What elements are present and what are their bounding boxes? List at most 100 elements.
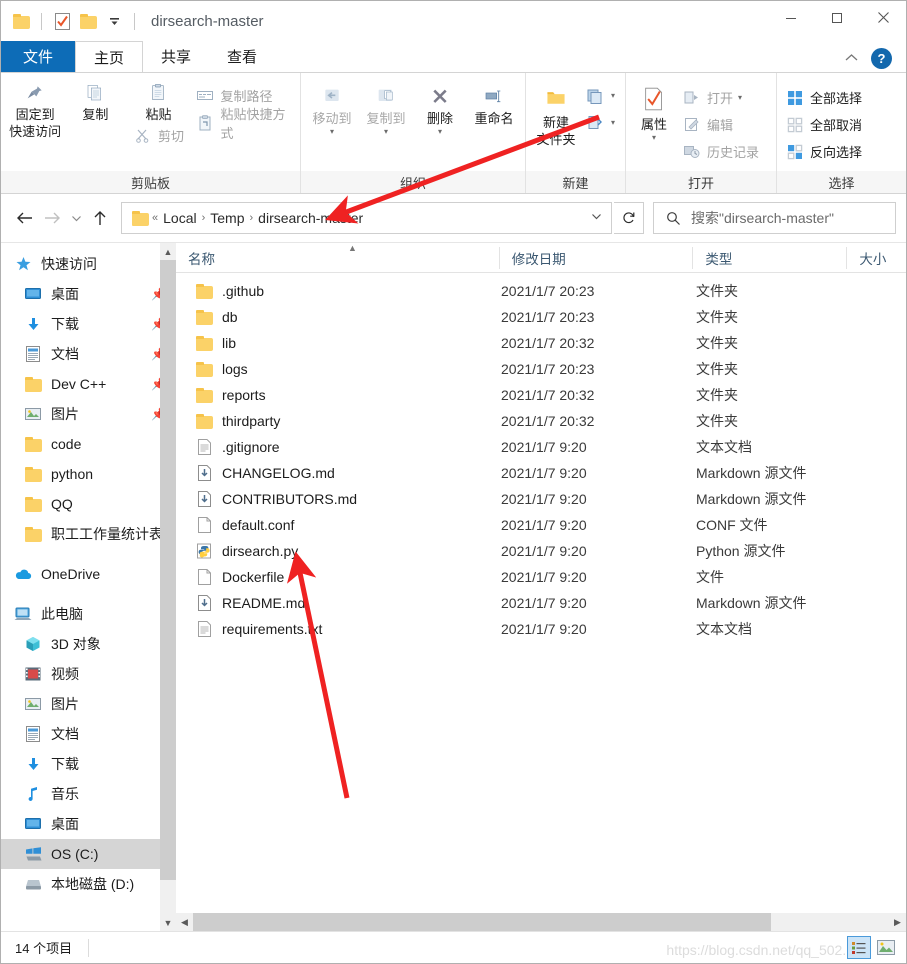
table-row[interactable]: Dockerfile 2021/1/7 9:20 文件 (176, 564, 906, 590)
sidebar-item-this-pc[interactable]: 此电脑 (1, 599, 176, 629)
scroll-right-arrow-icon[interactable]: ▶ (889, 913, 906, 931)
sidebar-item-desktop-pc[interactable]: 桌面 (1, 809, 176, 839)
file-name-cell[interactable]: .gitignore (176, 437, 501, 457)
scroll-left-arrow-icon[interactable]: ◀ (176, 913, 193, 931)
table-row[interactable]: .github 2021/1/7 20:23 文件夹 (176, 278, 906, 304)
sidebar-item-videos[interactable]: 视频 (1, 659, 176, 689)
table-row[interactable]: CHANGELOG.md 2021/1/7 9:20 Markdown 源文件 (176, 460, 906, 486)
scrollbar-track[interactable] (193, 913, 889, 931)
copy-to-button[interactable]: 复制到 ▾ (359, 83, 413, 136)
file-name-cell[interactable]: db (176, 307, 501, 327)
properties-button[interactable]: 属性 ▾ (630, 81, 678, 142)
table-row[interactable]: CONTRIBUTORS.md 2021/1/7 9:20 Markdown 源… (176, 486, 906, 512)
table-row[interactable]: dirsearch.py 2021/1/7 9:20 Python 源文件 (176, 538, 906, 564)
breadcrumb-local[interactable]: Local (160, 210, 199, 226)
sidebar-item-pictures-pc[interactable]: 图片 (1, 689, 176, 719)
minimize-button[interactable] (768, 1, 814, 34)
copy-button[interactable]: 复制 (65, 79, 125, 123)
file-name-cell[interactable]: thirdparty (176, 411, 501, 431)
close-button[interactable] (860, 1, 906, 34)
folder-icon[interactable] (11, 11, 31, 31)
cut-button[interactable]: 剪切 (129, 123, 188, 148)
file-name-cell[interactable]: lib (176, 333, 501, 353)
table-row[interactable]: requirements.txt 2021/1/7 9:20 文本文档 (176, 616, 906, 642)
new-folder-button[interactable]: 新建 文件夹 (530, 81, 582, 148)
select-none-button[interactable]: 全部取消 (781, 112, 866, 137)
chevron-down-icon[interactable]: ▾ (738, 93, 742, 102)
address-field[interactable]: « Local › Temp › dirsearch-master (121, 202, 612, 234)
sidebar-item-3d-objects[interactable]: 3D 对象 (1, 629, 176, 659)
file-name-cell[interactable]: CHANGELOG.md (176, 463, 501, 483)
easy-access-button[interactable]: ▾ (582, 110, 619, 135)
rename-button[interactable]: 重命名 (467, 83, 521, 127)
recent-locations-button[interactable] (67, 204, 85, 232)
column-header-name[interactable]: 名称 (176, 247, 499, 269)
chevron-down-icon[interactable]: ▾ (330, 127, 334, 136)
column-header-size[interactable]: 大小 (846, 246, 906, 269)
horizontal-scrollbar[interactable]: ◀ ▶ (176, 913, 906, 931)
sidebar-item-quick-access[interactable]: 快速访问 (1, 249, 176, 279)
sidebar-item-code[interactable]: code (1, 429, 176, 459)
table-row[interactable]: db 2021/1/7 20:23 文件夹 (176, 304, 906, 330)
sidebar-item-onedrive[interactable]: OneDrive (1, 559, 176, 589)
properties-check-icon[interactable] (52, 11, 72, 31)
sidebar-item-downloads-pc[interactable]: 下载 (1, 749, 176, 779)
table-row[interactable]: default.conf 2021/1/7 9:20 CONF 文件 (176, 512, 906, 538)
file-name-cell[interactable]: reports (176, 385, 501, 405)
sidebar-scrollbar[interactable]: ▲ ▼ (160, 243, 176, 931)
invert-selection-button[interactable]: 反向选择 (781, 139, 866, 164)
tab-file[interactable]: 文件 (1, 41, 76, 72)
scroll-down-arrow-icon[interactable]: ▼ (160, 914, 176, 931)
details-view-icon[interactable] (847, 936, 871, 959)
table-row[interactable]: .gitignore 2021/1/7 9:20 文本文档 (176, 434, 906, 460)
tab-share[interactable]: 共享 (143, 41, 210, 72)
column-header-type[interactable]: 类型 (692, 246, 846, 269)
breadcrumb-temp[interactable]: Temp (207, 210, 247, 226)
delete-button[interactable]: 删除 ▾ (413, 83, 467, 136)
scroll-up-arrow-icon[interactable]: ▲ (160, 243, 176, 260)
address-dropdown-icon[interactable] (585, 212, 607, 224)
search-field[interactable]: 搜索"dirsearch-master" (653, 202, 896, 234)
table-row[interactable]: thirdparty 2021/1/7 20:32 文件夹 (176, 408, 906, 434)
scrollbar-thumb[interactable] (193, 913, 771, 931)
select-all-button[interactable]: 全部选择 (781, 85, 866, 110)
chevron-down-icon[interactable]: ▾ (611, 118, 615, 127)
file-name-cell[interactable]: README.md (176, 593, 501, 613)
file-name-cell[interactable]: .github (176, 281, 501, 301)
sidebar-item-desktop[interactable]: 桌面 📌 (1, 279, 176, 309)
open-button[interactable]: 打开 ▾ (678, 85, 763, 110)
scrollbar-thumb[interactable] (160, 260, 176, 880)
sidebar-item-worker-stats[interactable]: 职工工作量统计表 (1, 519, 176, 549)
paste-button[interactable]: 粘贴 (126, 79, 190, 123)
help-button[interactable]: ? (871, 48, 892, 69)
large-icons-view-icon[interactable] (874, 936, 898, 959)
file-name-cell[interactable]: requirements.txt (176, 619, 501, 639)
new-folder-icon[interactable] (78, 11, 98, 31)
edit-button[interactable]: 编辑 (678, 112, 763, 137)
chevron-down-icon[interactable]: ▾ (611, 91, 615, 100)
sidebar-item-documents-pc[interactable]: 文档 (1, 719, 176, 749)
breadcrumb-separator[interactable]: › (200, 212, 208, 224)
breadcrumb-separator[interactable]: › (248, 212, 256, 224)
sidebar-item-os-c[interactable]: OS (C:) (1, 839, 176, 869)
table-row[interactable]: logs 2021/1/7 20:23 文件夹 (176, 356, 906, 382)
chevron-down-icon[interactable]: ▾ (438, 127, 442, 136)
file-name-cell[interactable]: dirsearch.py (176, 541, 501, 561)
column-header-date[interactable]: 修改日期 (498, 246, 693, 269)
search-input[interactable]: 搜索"dirsearch-master" (691, 208, 834, 228)
pin-to-quick-access-button[interactable]: 固定到 快速访问 (5, 79, 65, 140)
maximize-button[interactable] (814, 1, 860, 34)
table-row[interactable]: lib 2021/1/7 20:32 文件夹 (176, 330, 906, 356)
sidebar-item-python[interactable]: python (1, 459, 176, 489)
sidebar-item-downloads[interactable]: 下载 📌 (1, 309, 176, 339)
sidebar-item-pictures[interactable]: 图片 📌 (1, 399, 176, 429)
history-button[interactable]: 历史记录 (678, 139, 763, 164)
file-name-cell[interactable]: logs (176, 359, 501, 379)
table-row[interactable]: README.md 2021/1/7 9:20 Markdown 源文件 (176, 590, 906, 616)
paste-shortcut-button[interactable]: 粘贴快捷方式 (191, 107, 296, 141)
breadcrumb-dirsearch-master[interactable]: dirsearch-master (255, 210, 366, 226)
tab-home[interactable]: 主页 (75, 41, 144, 72)
chevron-down-icon[interactable]: ▾ (652, 133, 656, 142)
table-row[interactable]: reports 2021/1/7 20:32 文件夹 (176, 382, 906, 408)
refresh-button[interactable] (614, 202, 644, 234)
